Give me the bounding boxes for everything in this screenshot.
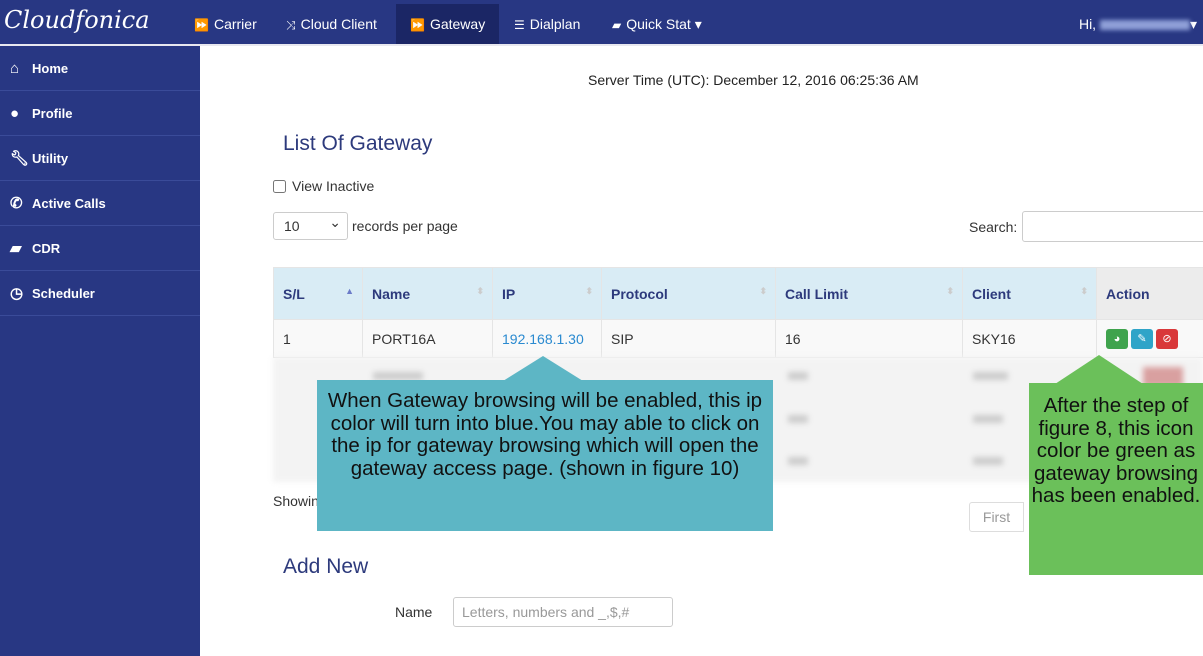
sidebar-label: Profile	[32, 106, 73, 121]
pagination-first[interactable]: First	[969, 502, 1024, 532]
header-label: Client	[972, 285, 1011, 302]
cell-sl: 1	[273, 319, 363, 358]
top-navbar: Cloudfonica ⏩ Carrier ⤨ Cloud Client ⏩ Gate…	[0, 0, 1203, 46]
server-time: Server Time (UTC): December 12, 2016 06:…	[588, 72, 919, 88]
header-label: Protocol	[611, 285, 668, 302]
sidebar-label: CDR	[32, 241, 61, 256]
nav-quick-stat[interactable]: ▰ Quick Stat ▾	[598, 4, 716, 44]
header-label: Action	[1106, 285, 1150, 302]
nav-gateway[interactable]: ⏩ Gateway	[396, 4, 500, 44]
header-client[interactable]: Client ⬍	[962, 267, 1097, 320]
showing-info: Showin	[273, 493, 319, 509]
gateway-table: S/L ▲ Name ⬍ IP ⬍ Protocol ⬍ Call Limit ⬍ Cli…	[273, 267, 1203, 358]
nav-carrier[interactable]: ⏩ Carrier	[180, 4, 271, 44]
sidebar-item-cdr[interactable]: ▰ CDR	[0, 226, 200, 271]
name-label: Name	[395, 604, 433, 620]
sidebar-item-active-calls[interactable]: ✆ Active Calls	[0, 181, 200, 226]
clock-icon: ◷	[10, 285, 24, 302]
sidebar-item-profile[interactable]: ● Profile	[0, 91, 200, 136]
header-name[interactable]: Name ⬍	[362, 267, 493, 320]
header-protocol[interactable]: Protocol ⬍	[601, 267, 776, 320]
header-label: Call Limit	[785, 285, 849, 302]
forward-icon: ⏩	[410, 18, 425, 32]
nav-label: Quick Stat	[626, 16, 691, 32]
sidebar: ⌂ Home ● Profile 🔧︎ Utility ✆ Active Calls ▰…	[0, 46, 200, 656]
nav-label: Cloud Client	[300, 16, 377, 32]
records-per-page-label: records per page	[352, 218, 458, 234]
header-call-limit[interactable]: Call Limit ⬍	[775, 267, 963, 320]
forward-icon: ⏩	[194, 18, 209, 32]
header-label: IP	[502, 285, 516, 302]
sidebar-item-scheduler[interactable]: ◷ Scheduler	[0, 271, 200, 316]
sidebar-label: Scheduler	[32, 286, 95, 301]
browse-gateway-button[interactable]: ◕	[1106, 328, 1128, 349]
checkbox[interactable]	[273, 180, 286, 193]
user-icon: ●	[10, 105, 20, 122]
header-label: S/L	[283, 285, 305, 302]
add-new-title: Add New	[283, 555, 369, 578]
nav-cloud-client[interactable]: ⤨ Cloud Client	[272, 4, 391, 44]
nav-label: Carrier	[213, 16, 257, 32]
view-inactive-checkbox[interactable]: View Inactive	[273, 178, 374, 194]
records-per-page-select[interactable]: 10	[273, 212, 348, 240]
sidebar-label: Utility	[32, 151, 69, 166]
header-ip[interactable]: IP ⬍	[492, 267, 602, 320]
username-blurred	[1099, 20, 1190, 31]
sidebar-label: Home	[32, 61, 69, 76]
shuffle-icon: ⤨	[286, 18, 296, 32]
cell-protocol: SIP	[601, 319, 776, 358]
book-icon: ▰	[10, 240, 22, 257]
cell-ip: 192.168.1.30	[492, 319, 602, 358]
cell-action: ◕ ✎ ⊘	[1096, 319, 1203, 358]
nav-label: Dialplan	[529, 16, 581, 32]
ip-link[interactable]: 192.168.1.30	[502, 331, 584, 347]
nav-label: Gateway	[429, 16, 486, 32]
sort-icon: ⬍	[585, 286, 593, 296]
cell-name: PORT16A	[362, 319, 493, 358]
edit-button[interactable]: ✎	[1131, 328, 1153, 349]
checkbox-label: View Inactive	[292, 178, 375, 194]
sidebar-item-home[interactable]: ⌂ Home	[0, 46, 200, 91]
wrench-icon: 🔧︎	[10, 150, 30, 167]
sort-asc-icon: ▲	[345, 286, 354, 296]
cell-call-limit: 16	[775, 319, 963, 358]
greeting: Hi,	[1078, 16, 1097, 32]
caret-down-icon: ▾	[694, 16, 702, 32]
user-menu[interactable]: Hi, ▾	[1079, 4, 1197, 44]
table-row: 1 PORT16A 192.168.1.30 SIP 16 SKY16 ◕ ✎ ⊘	[273, 319, 1203, 358]
disable-button[interactable]: ⊘	[1156, 328, 1178, 349]
list-icon: ☰	[514, 18, 525, 32]
sidebar-item-utility[interactable]: 🔧︎ Utility	[0, 136, 200, 181]
sidebar-label: Active Calls	[32, 196, 106, 211]
home-icon: ⌂	[10, 60, 20, 77]
ip-callout: When Gateway browsing will be enabled, t…	[317, 356, 773, 531]
sort-icon: ⬍	[476, 286, 484, 296]
logo[interactable]: Cloudfonica	[4, 6, 150, 34]
sort-icon: ⬍	[946, 286, 954, 296]
header-action: Action	[1096, 267, 1203, 320]
sort-icon: ⬍	[1080, 286, 1088, 296]
sort-icon: ⬍	[759, 286, 767, 296]
icon-callout: After the step of figure 8, this icon co…	[1029, 355, 1203, 575]
nav-dialplan[interactable]: ☰ Dialplan	[500, 4, 594, 44]
name-input[interactable]: Letters, numbers and _,$,#	[453, 597, 673, 627]
header-label: Name	[372, 285, 411, 302]
cell-client: SKY16	[962, 319, 1097, 358]
book-icon: ▰	[612, 18, 622, 32]
header-sl[interactable]: S/L ▲	[273, 267, 363, 320]
phone-icon: ✆	[10, 195, 23, 212]
search-input[interactable]	[1022, 211, 1203, 242]
search-label: Search:	[969, 219, 1018, 235]
list-title: List Of Gateway	[283, 132, 433, 155]
